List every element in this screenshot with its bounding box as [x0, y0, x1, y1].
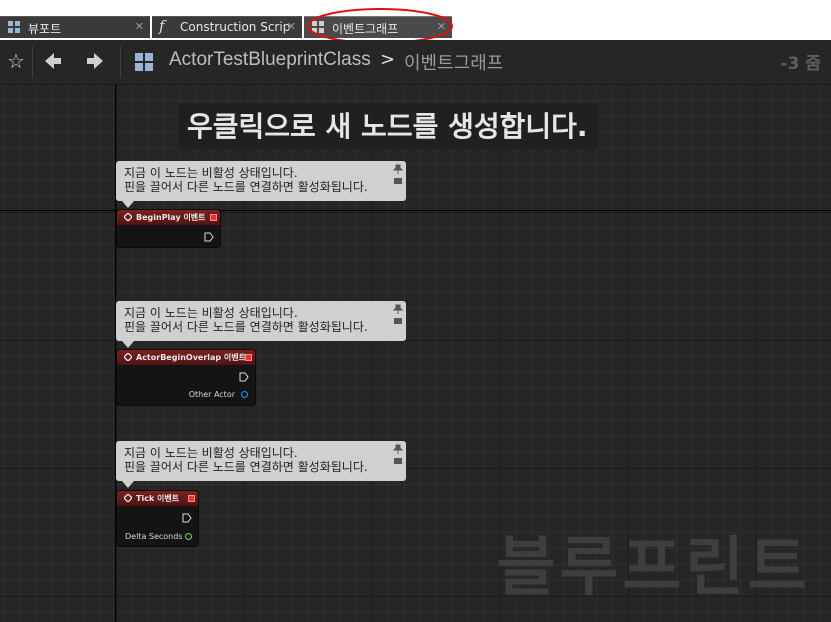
comment-line: 핀을 끌어서 다른 노드를 연결하면 활성화됩니다.: [124, 320, 368, 334]
graph-canvas[interactable]: 우클릭으로 새 노드를 생성합니다. 지금 이 노드는 비활성 상태입니다. 핀…: [0, 84, 831, 622]
event-node-actor-begin-overlap[interactable]: ActorBeginOverlap 이벤트 Other Actor: [117, 350, 255, 405]
comment-line: 핀을 끌어서 다른 노드를 연결하면 활성화됩니다.: [124, 460, 368, 474]
comment-line: 지금 이 노드는 비활성 상태입니다.: [124, 166, 298, 180]
delegate-pin[interactable]: [245, 354, 252, 361]
breadcrumb-separator: >: [380, 49, 396, 70]
pin-icon[interactable]: [393, 164, 403, 174]
comment-pointer: [122, 201, 134, 208]
pin-icon[interactable]: [393, 444, 403, 454]
back-button[interactable]: [40, 48, 66, 74]
node-title: BeginPlay 이벤트: [136, 213, 206, 222]
arrow-left-icon: [45, 53, 61, 69]
function-icon: f: [159, 17, 165, 35]
toolbar-divider: [120, 46, 121, 78]
event-diamond-icon: [124, 494, 132, 502]
favorite-star-icon[interactable]: ☆: [3, 48, 29, 74]
create-node-hint: 우클릭으로 새 노드를 생성합니다.: [179, 103, 598, 149]
event-diamond-icon: [124, 353, 132, 361]
node-comment-bubble: 지금 이 노드는 비활성 상태입니다. 핀을 끌어서 다른 노드를 연결하면 활…: [116, 301, 406, 348]
tab-label: Construction Scrip: [180, 20, 291, 34]
toolbar-divider: [32, 46, 33, 78]
pin-icon[interactable]: [393, 304, 403, 314]
close-icon[interactable]: ✕: [135, 20, 144, 33]
comment-pointer: [122, 341, 134, 348]
close-icon[interactable]: ✕: [287, 20, 296, 33]
delegate-pin[interactable]: [210, 214, 217, 221]
node-header: Tick 이벤트: [117, 491, 198, 506]
comment-line: 지금 이 노드는 비활성 상태입니다.: [124, 446, 298, 460]
blueprint-class-icon: [135, 53, 153, 71]
tab-label: 뷰포트: [28, 22, 62, 36]
forward-button[interactable]: [82, 48, 108, 74]
comment-toggle-icon[interactable]: [393, 317, 403, 326]
pin-label: Delta Seconds: [125, 532, 183, 541]
event-node-tick[interactable]: Tick 이벤트 Delta Seconds: [117, 491, 198, 546]
blueprint-watermark: 블루프린트: [496, 531, 811, 605]
object-pin[interactable]: [241, 391, 248, 398]
node-comment-bubble: 지금 이 노드는 비활성 상태입니다. 핀을 끌어서 다른 노드를 연결하면 활…: [116, 441, 406, 488]
comment-toggle-icon[interactable]: [393, 457, 403, 466]
pin-label: Other Actor: [188, 390, 235, 399]
arrow-right-icon: [87, 53, 103, 69]
comment-line: 지금 이 노드는 비활성 상태입니다.: [124, 306, 298, 320]
node-comment-bubble: 지금 이 노드는 비활성 상태입니다. 핀을 끌어서 다른 노드를 연결하면 활…: [116, 161, 406, 208]
node-header: ActorBeginOverlap 이벤트: [117, 350, 255, 365]
event-node-beginplay[interactable]: BeginPlay 이벤트: [117, 210, 220, 247]
float-pin[interactable]: [185, 533, 192, 540]
exec-pin-icon[interactable]: [204, 232, 214, 242]
delegate-pin[interactable]: [188, 495, 195, 502]
comment-line: 핀을 끌어서 다른 노드를 연결하면 활성화됩니다.: [124, 180, 368, 194]
node-header: BeginPlay 이벤트: [117, 210, 220, 225]
breadcrumb-graph: 이벤트그래프: [404, 53, 504, 74]
tab-viewport[interactable]: 뷰포트 ✕: [0, 16, 150, 38]
tab-construction-script[interactable]: f Construction Scrip ✕: [152, 16, 302, 38]
exec-pin-icon[interactable]: [239, 372, 249, 382]
zoom-level: -3 줌: [780, 54, 821, 74]
breadcrumb-class[interactable]: ActorTestBlueprintClass: [169, 49, 371, 71]
tab-bar: 뷰포트 ✕ f Construction Scrip ✕ 이벤트그래프 ✕: [0, 0, 831, 44]
comment-pointer: [122, 481, 134, 488]
node-title: ActorBeginOverlap 이벤트: [136, 353, 247, 362]
comment-toggle-icon[interactable]: [393, 177, 403, 186]
node-title: Tick 이벤트: [136, 494, 180, 503]
event-diamond-icon: [124, 213, 132, 221]
exec-pin-icon[interactable]: [182, 513, 192, 523]
viewport-icon: [8, 21, 20, 33]
